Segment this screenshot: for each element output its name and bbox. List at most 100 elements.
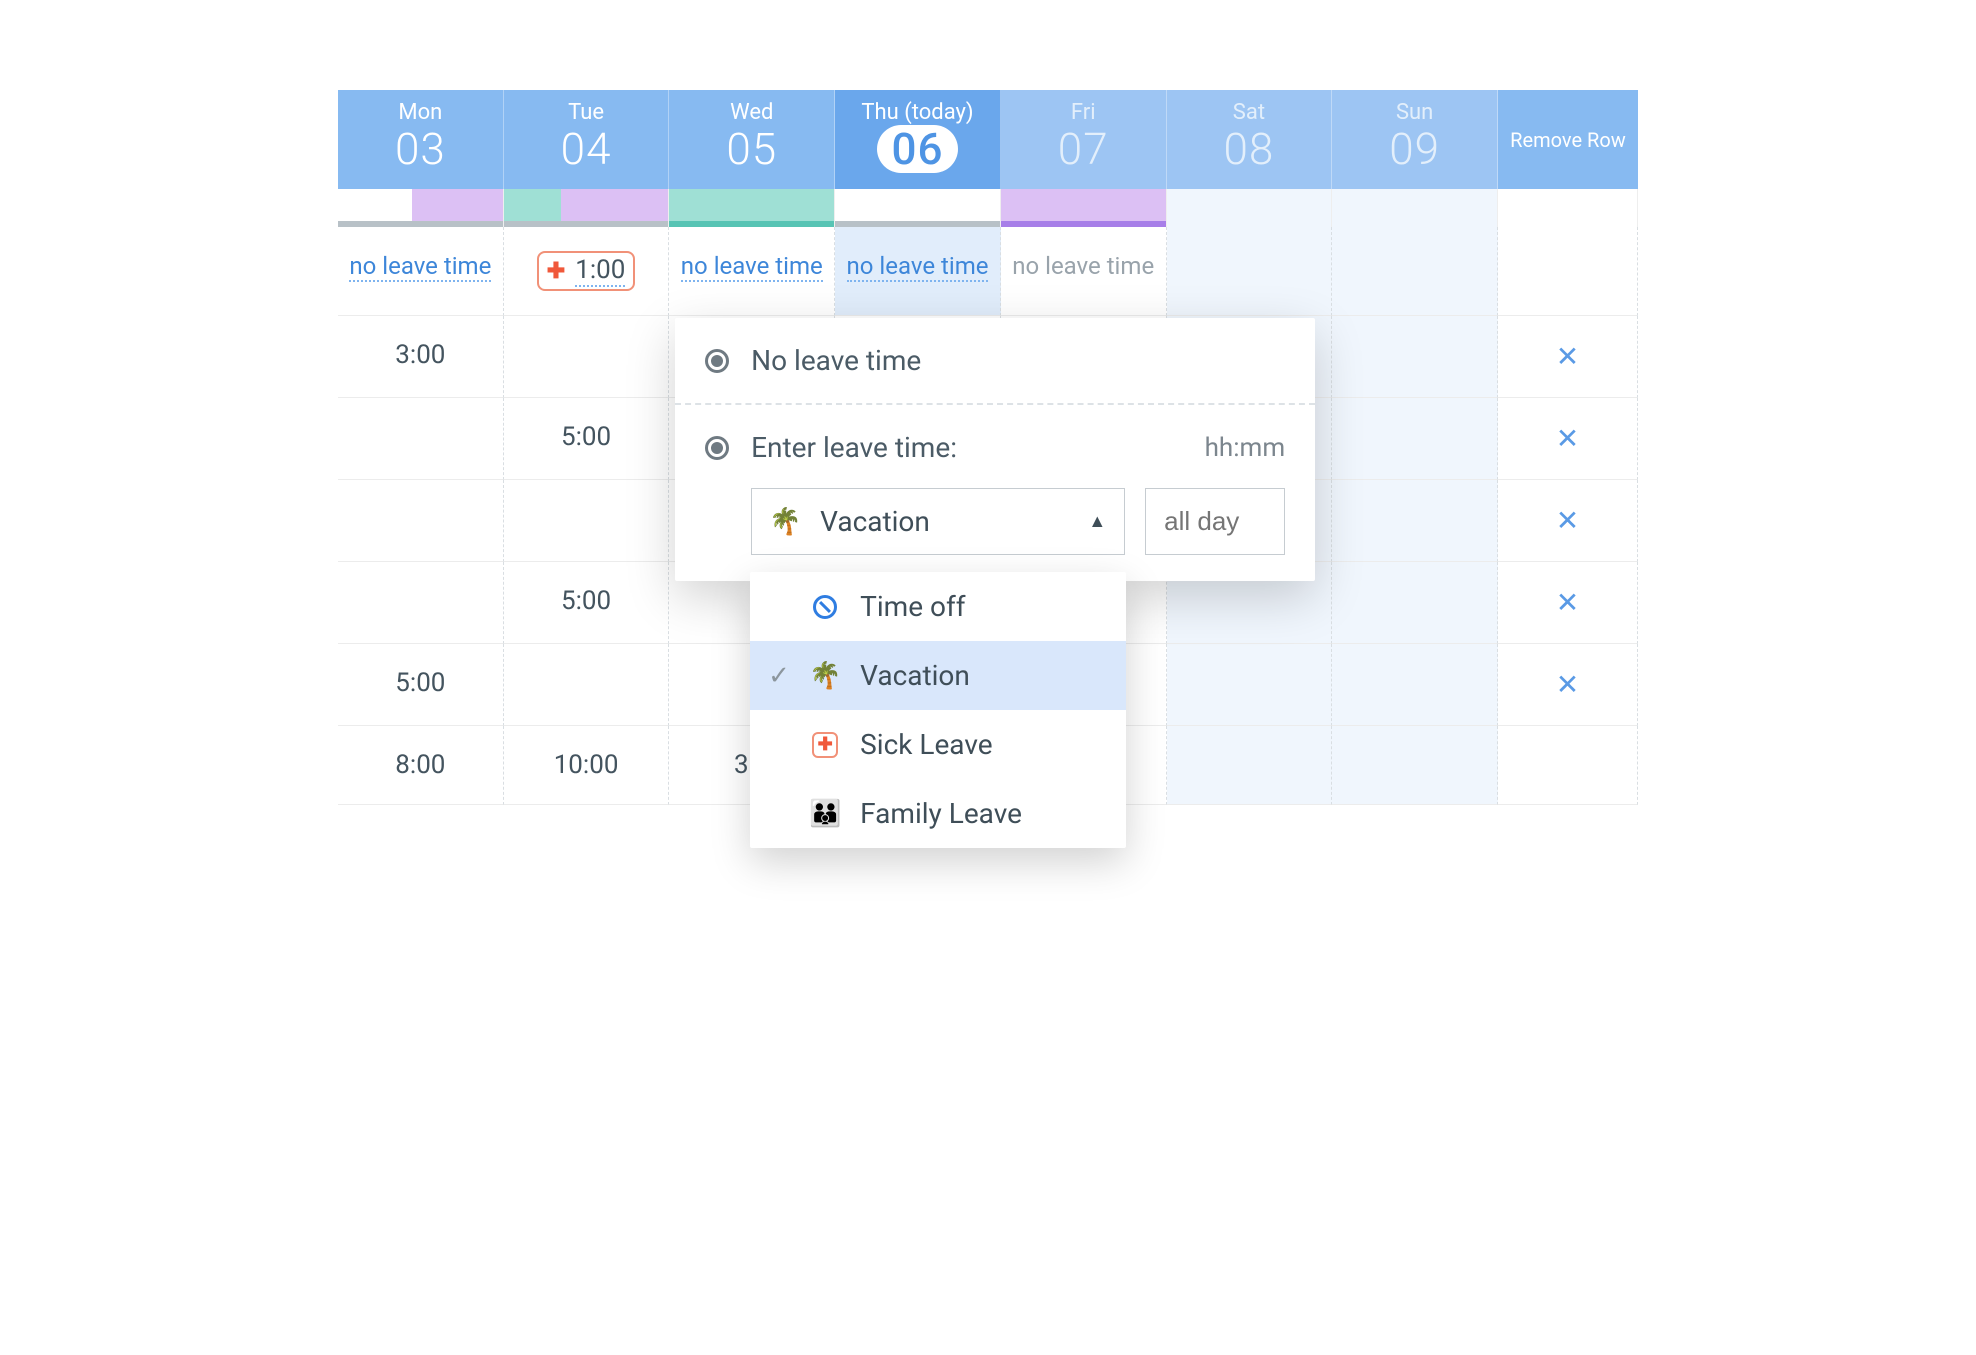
leave-cell-tue[interactable]: ✚ 1:00	[504, 227, 670, 316]
no-leave-link[interactable]: no leave time	[847, 252, 989, 282]
dropdown-option-sick-leave[interactable]: ✚ Sick Leave	[750, 710, 1126, 779]
day-of-week: Tue	[504, 100, 669, 125]
radio-enter-leave[interactable]	[705, 436, 729, 460]
day-header-tue[interactable]: Tue 04	[504, 90, 670, 189]
sick-plus-icon: ✚	[547, 259, 565, 284]
remove-row-cell[interactable]: ✕	[1498, 644, 1638, 726]
leave-time-popup: No leave time Enter leave time: hh:mm 🌴 …	[675, 318, 1315, 581]
day-of-week: Sat	[1167, 100, 1332, 125]
leave-cell-fri[interactable]: no leave time	[1001, 227, 1167, 316]
close-icon[interactable]: ✕	[1556, 586, 1579, 619]
day-header-fri[interactable]: Fri 07	[1001, 90, 1167, 189]
day-number: 06	[877, 125, 957, 173]
time-value: 5:00	[561, 586, 611, 616]
day-header-wed[interactable]: Wed 05	[669, 90, 835, 189]
time-cell[interactable]: 5:00	[338, 644, 504, 726]
time-cell[interactable]	[1332, 480, 1498, 562]
ban-icon	[810, 595, 840, 619]
activity-bar-thu	[835, 189, 1001, 227]
time-cell[interactable]	[338, 398, 504, 480]
leave-cell-thu-selected[interactable]: no leave time	[835, 227, 1001, 316]
time-cell[interactable]	[1332, 562, 1498, 644]
no-leave-link[interactable]: no leave time	[681, 252, 823, 282]
leave-cell-remove	[1498, 227, 1638, 316]
palm-icon: 🌴	[770, 507, 800, 537]
day-of-week: Sun	[1332, 100, 1497, 125]
option-label: Time off	[860, 590, 965, 623]
leave-type-dropdown: Time off ✓ 🌴 Vacation ✚ Sick Leave 👪	[750, 572, 1126, 848]
time-cell[interactable]	[338, 562, 504, 644]
activity-bar-wed	[669, 189, 835, 227]
day-header-sun[interactable]: Sun 09	[1332, 90, 1498, 189]
time-cell[interactable]: 8:00	[338, 726, 504, 805]
time-cell[interactable]: 10:00	[504, 726, 670, 805]
option-label: No leave time	[751, 344, 921, 377]
close-icon[interactable]: ✕	[1556, 504, 1579, 537]
remove-row-cell	[1498, 726, 1638, 805]
time-value: 8:00	[395, 750, 445, 780]
leave-cell-wed[interactable]: no leave time	[669, 227, 835, 316]
hhmm-label: hh:mm	[1205, 433, 1286, 463]
activity-bar-row	[338, 189, 1638, 227]
time-cell[interactable]	[1332, 726, 1498, 805]
day-header-thu-today[interactable]: Thu (today) 06	[835, 90, 1001, 189]
leave-type-select[interactable]: 🌴 Vacation ▲ Time off ✓ 🌴 Vacation	[751, 488, 1125, 555]
palm-icon: 🌴	[810, 661, 840, 691]
time-cell[interactable]	[1332, 316, 1498, 398]
day-of-week: Fri	[1001, 100, 1166, 125]
leave-cell-sun[interactable]	[1332, 227, 1498, 316]
close-icon[interactable]: ✕	[1556, 340, 1579, 373]
activity-bar-sat	[1167, 189, 1333, 227]
time-cell[interactable]	[504, 644, 670, 726]
popup-option-enter-leave[interactable]: Enter leave time: hh:mm 🌴 Vacation ▲ Tim…	[675, 403, 1315, 581]
day-of-week: Thu (today)	[835, 100, 1000, 125]
time-value: 10:00	[554, 750, 619, 780]
day-header-sat[interactable]: Sat 08	[1167, 90, 1333, 189]
activity-bar-remove	[1498, 189, 1638, 227]
time-cell[interactable]: 3:00	[338, 316, 504, 398]
time-cell[interactable]	[504, 480, 670, 562]
time-value: 5:00	[561, 422, 611, 452]
time-cell[interactable]	[1167, 726, 1333, 805]
family-icon: 👪	[810, 799, 840, 829]
dropdown-option-time-off[interactable]: Time off	[750, 572, 1126, 641]
timesheet-week-grid: Mon 03 Tue 04 Wed 05 Thu (today) 06 Fri …	[338, 90, 1638, 805]
day-number: 08	[1167, 125, 1332, 173]
day-number: 09	[1332, 125, 1497, 173]
remove-row-cell[interactable]: ✕	[1498, 316, 1638, 398]
activity-bar-tue	[504, 189, 670, 227]
no-leave-text: no leave time	[1012, 252, 1154, 282]
time-cell[interactable]	[338, 480, 504, 562]
leave-cell-sat[interactable]	[1167, 227, 1333, 316]
dropdown-option-vacation[interactable]: ✓ 🌴 Vacation	[750, 641, 1126, 710]
close-icon[interactable]: ✕	[1556, 422, 1579, 455]
time-cell[interactable]	[1332, 398, 1498, 480]
day-number: 03	[338, 125, 503, 173]
remove-row-header: Remove Row	[1498, 90, 1638, 189]
dropdown-option-family-leave[interactable]: 👪 Family Leave	[750, 779, 1126, 848]
week-header: Mon 03 Tue 04 Wed 05 Thu (today) 06 Fri …	[338, 90, 1638, 189]
no-leave-link[interactable]: no leave time	[349, 252, 491, 282]
caret-up-icon: ▲	[1088, 511, 1106, 532]
time-cell[interactable]: 5:00	[504, 398, 670, 480]
activity-bar-fri	[1001, 189, 1167, 227]
time-cell[interactable]	[1167, 644, 1333, 726]
leave-duration-input[interactable]	[1145, 488, 1285, 555]
close-icon[interactable]: ✕	[1556, 668, 1579, 701]
leave-cell-mon[interactable]: no leave time	[338, 227, 504, 316]
sick-hours: 1:00	[575, 255, 625, 287]
remove-row-cell[interactable]: ✕	[1498, 562, 1638, 644]
radio-no-leave[interactable]	[705, 349, 729, 373]
remove-row-cell[interactable]: ✕	[1498, 480, 1638, 562]
time-cell[interactable]	[1332, 644, 1498, 726]
day-header-mon[interactable]: Mon 03	[338, 90, 504, 189]
selected-leave-type: Vacation	[820, 505, 930, 538]
option-label: Sick Leave	[860, 728, 992, 761]
day-number: 07	[1001, 125, 1166, 173]
sick-leave-pill[interactable]: ✚ 1:00	[537, 251, 636, 291]
popup-option-no-leave[interactable]: No leave time	[675, 318, 1315, 403]
remove-row-cell[interactable]: ✕	[1498, 398, 1638, 480]
time-cell[interactable]: 5:00	[504, 562, 670, 644]
time-cell[interactable]	[504, 316, 670, 398]
time-value: 5:00	[395, 668, 445, 698]
